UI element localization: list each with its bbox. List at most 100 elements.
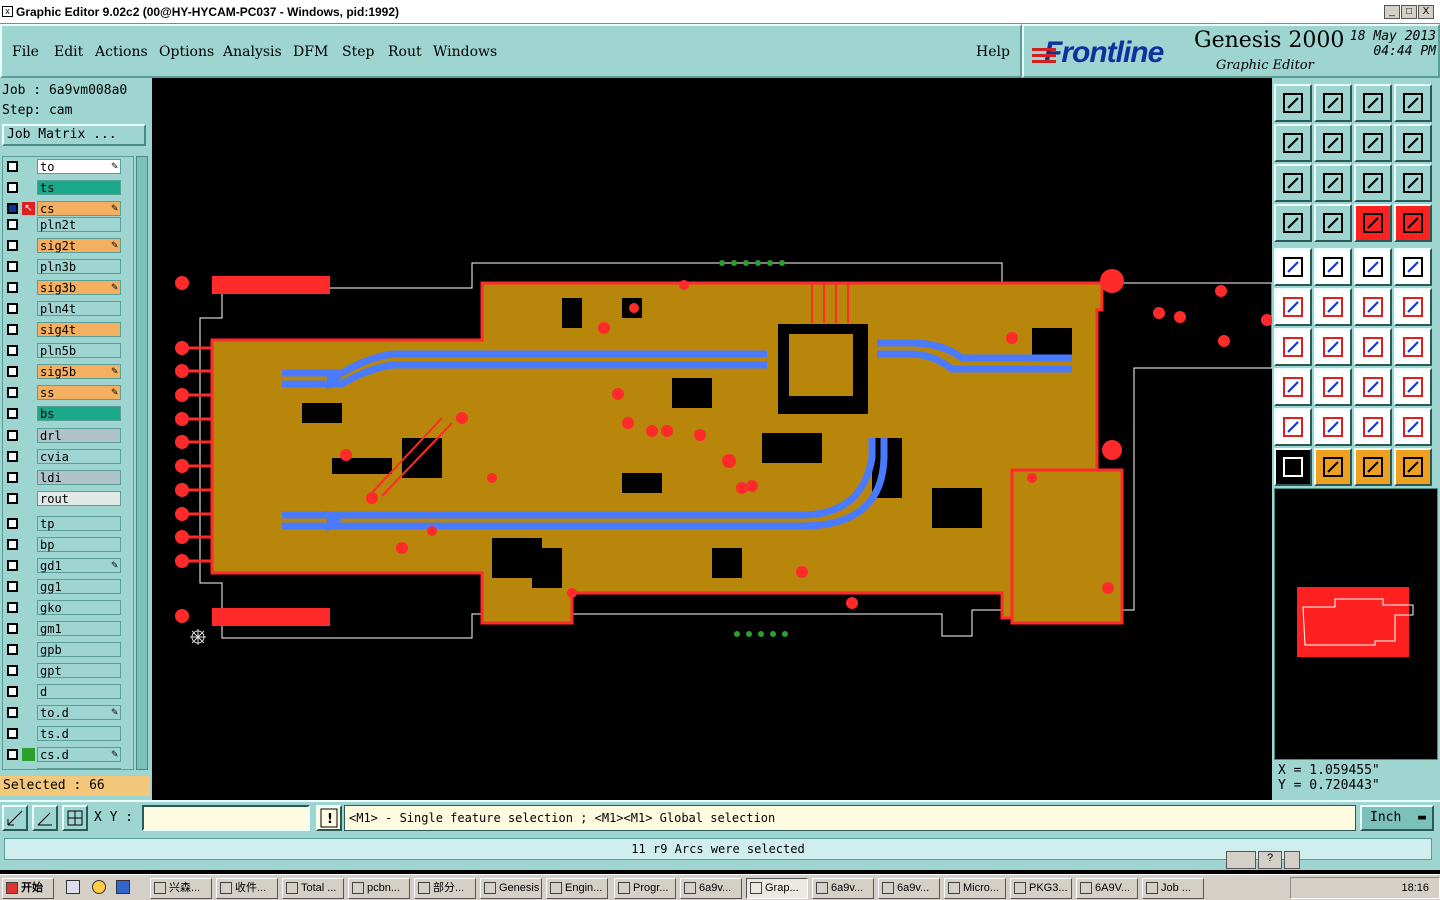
triangle-2-tool-button[interactable]	[1314, 408, 1352, 446]
taskbar-item[interactable]: PKG3...	[1010, 878, 1072, 899]
xy-input[interactable]	[142, 805, 310, 831]
layer-row-ts[interactable]: ts	[3, 180, 133, 195]
select-tool-button[interactable]	[1274, 448, 1312, 486]
taskbar-item[interactable]: Micro...	[944, 878, 1006, 899]
menu-help[interactable]: Help	[976, 44, 1010, 60]
pad-tool-button[interactable]	[1274, 248, 1312, 286]
layer-checkbox[interactable]	[7, 707, 18, 718]
zoom-home-3-tool-button[interactable]	[1354, 84, 1392, 122]
layer-row-bs[interactable]: bs	[3, 406, 133, 421]
layer-row-sig2t[interactable]: sig2t ✎	[3, 238, 133, 253]
desktop-icon[interactable]	[66, 880, 80, 894]
triangle-4-tool-button[interactable]	[1394, 408, 1432, 446]
layer-row-pln2t[interactable]: pln2t	[3, 217, 133, 232]
spin-icon[interactable]	[1284, 851, 1300, 869]
zoom-area-tool-button[interactable]	[1394, 84, 1432, 122]
taskbar-item[interactable]: 兴森...	[150, 878, 212, 899]
layer-checkbox[interactable]	[7, 219, 18, 230]
taskbar-item[interactable]: 6A9V...	[1076, 878, 1138, 899]
connect-2-tool-button[interactable]	[1394, 288, 1432, 326]
group-tool-button[interactable]	[1394, 368, 1432, 406]
layer-checkbox[interactable]	[7, 161, 18, 172]
help-icon[interactable]: ?	[1258, 851, 1282, 869]
layer-checkbox[interactable]	[7, 728, 18, 739]
pan-right-tool-button[interactable]	[1314, 124, 1352, 162]
snap-mode-button[interactable]	[2, 805, 28, 831]
cross-tool-button[interactable]	[1314, 288, 1352, 326]
layer-row-gg1[interactable]: gg1	[3, 579, 133, 594]
layer-row-sig3b[interactable]: sig3b ✎	[3, 280, 133, 295]
taskbar-item[interactable]: 6a9v...	[878, 878, 940, 899]
layer-checkbox[interactable]	[7, 387, 18, 398]
select-3-tool-button[interactable]	[1354, 448, 1392, 486]
layer-row-sig4t[interactable]: sig4t	[3, 322, 133, 337]
taskbar-item[interactable]: pcbn...	[348, 878, 410, 899]
layer-row-bp[interactable]: bp	[3, 537, 133, 552]
grid-tool-button[interactable]	[1314, 204, 1352, 242]
menu-file[interactable]: File	[12, 44, 39, 60]
layer-checkbox[interactable]	[7, 623, 18, 634]
layer-row-d[interactable]: d	[3, 684, 133, 699]
corner-tool-button[interactable]	[1274, 368, 1312, 406]
layer-checkbox[interactable]	[7, 182, 18, 193]
layer-row-pln4t[interactable]: pln4t	[3, 301, 133, 316]
layer-checkbox[interactable]	[7, 303, 18, 314]
layer-checkbox[interactable]	[7, 451, 18, 462]
layer-checkbox[interactable]	[7, 581, 18, 592]
maximize-button[interactable]: □	[1401, 5, 1417, 19]
snap-off-tool-button[interactable]	[1394, 204, 1432, 242]
taskbar-item[interactable]: 收件...	[216, 878, 278, 899]
zoom-home-tool-button[interactable]	[1274, 84, 1312, 122]
layer-row-gko[interactable]: gko	[3, 600, 133, 615]
layer-checkbox[interactable]	[7, 366, 18, 377]
line-tool-button[interactable]	[1274, 328, 1312, 366]
units-selector[interactable]: Inch ▬	[1360, 805, 1434, 831]
layer-checkbox[interactable]	[7, 240, 18, 251]
layer-settings-tool-button[interactable]	[1274, 204, 1312, 242]
pan-swap-tool-button[interactable]	[1354, 124, 1392, 162]
layer-checkbox[interactable]	[7, 560, 18, 571]
browser-icon[interactable]	[92, 880, 106, 894]
layer-checkbox[interactable]	[7, 408, 18, 419]
layer-row-sig2t-d[interactable]: sig2t.d✎	[3, 768, 133, 769]
triangle-tool-button[interactable]	[1274, 408, 1312, 446]
layer-checkbox[interactable]	[7, 261, 18, 272]
segment-tool-button[interactable]	[1314, 368, 1352, 406]
taskbar-item[interactable]: Job ...	[1142, 878, 1204, 899]
layer-row-tp[interactable]: tp	[3, 516, 133, 531]
taskbar-item[interactable]: Total ...	[282, 878, 344, 899]
menu-actions[interactable]: Actions	[95, 44, 148, 60]
job-matrix-button[interactable]: Job Matrix ...	[2, 124, 146, 146]
layer-checkbox[interactable]	[7, 472, 18, 483]
layer-scrollbar[interactable]	[136, 156, 148, 770]
select-4-tool-button[interactable]	[1394, 448, 1432, 486]
snap-on-tool-button[interactable]	[1354, 204, 1392, 242]
minimize-button[interactable]: _	[1384, 5, 1400, 19]
taskbar-item[interactable]: 6a9v...	[680, 878, 742, 899]
layer-row-gpt[interactable]: gpt	[3, 663, 133, 678]
taskbar-item[interactable]: 6a9v...	[812, 878, 874, 899]
layer-row-rout[interactable]: rout	[3, 491, 133, 506]
graphic-canvas[interactable]	[152, 78, 1273, 800]
keyboard-icon[interactable]	[1226, 851, 1256, 869]
layer-checkbox[interactable]	[7, 282, 18, 293]
close-button[interactable]: X	[1418, 5, 1434, 19]
alert-icon[interactable]: !	[316, 805, 342, 831]
fit-screen-tool-button[interactable]	[1274, 164, 1312, 202]
net-tool-button[interactable]	[1274, 288, 1312, 326]
menu-options[interactable]: Options	[159, 44, 214, 60]
start-button[interactable]: 开始	[2, 878, 54, 899]
layer-checkbox[interactable]	[7, 665, 18, 676]
measure-tool-button[interactable]	[1354, 248, 1392, 286]
layer-checkbox[interactable]	[7, 686, 18, 697]
grid-mode-button[interactable]	[62, 805, 88, 831]
menu-dfm[interactable]: DFM	[293, 44, 328, 60]
layer-row-sig5b[interactable]: sig5b ✎	[3, 364, 133, 379]
menu-analysis[interactable]: Analysis	[223, 44, 282, 60]
select-2-tool-button[interactable]	[1314, 448, 1352, 486]
layer-row-to-d[interactable]: to.d ✎	[3, 705, 133, 720]
app-quick-icon[interactable]	[116, 880, 130, 894]
layer-row-gd1[interactable]: gd1 ✎	[3, 558, 133, 573]
layer-checkbox[interactable]	[7, 324, 18, 335]
board-overview-map[interactable]	[1274, 488, 1438, 760]
